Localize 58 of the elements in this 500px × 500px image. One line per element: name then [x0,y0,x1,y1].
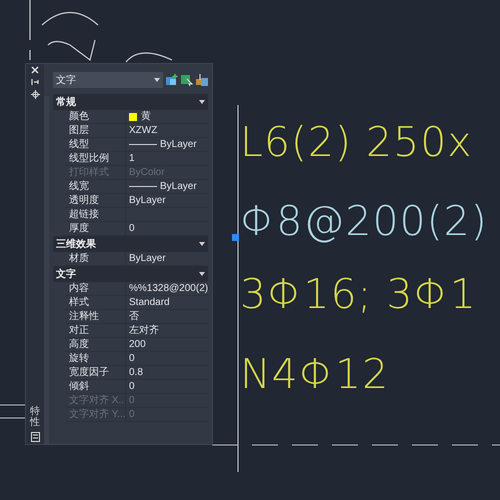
scrollbar[interactable] [44,96,49,444]
section-header[interactable]: 三维效果 [53,236,208,252]
quick-select-icon[interactable] [196,74,208,86]
property-value[interactable]: ByLayer [160,138,197,152]
property-value[interactable]: XZWZ [129,124,158,138]
palette-icon[interactable] [30,432,40,442]
caret-icon [199,242,205,246]
section-header[interactable]: 常规 [53,94,208,110]
property-label: 透明度 [68,194,100,207]
property-label: 线型比例 [68,152,110,165]
line-sample-icon [129,186,157,187]
property-value[interactable]: 0.8 [129,366,143,380]
property-label: 样式 [68,296,90,309]
property-label: 材质 [68,252,90,265]
property-label: 超链接 [68,208,100,221]
property-label: 内容 [68,282,90,295]
property-value[interactable]: ByLayer [129,194,166,208]
property-label: 打印样式 [68,166,110,179]
drawing-text: N4Φ12 [240,350,390,398]
property-label: 颜色 [68,110,90,123]
property-label: 宽度因子 [68,366,110,379]
property-value[interactable]: ByLayer [160,180,197,194]
property-label: 线型 [68,138,90,151]
property-value[interactable]: 0 [129,380,135,394]
property-value[interactable]: 黄 [141,110,151,124]
caret-icon [199,100,205,104]
property-label: 对正 [68,324,90,337]
section-header[interactable]: 文字 [53,266,208,282]
property-value[interactable]: Standard [129,296,170,310]
property-value[interactable]: 0 [129,352,135,366]
property-value[interactable]: 左对齐 [129,324,159,338]
close-icon[interactable] [31,66,39,74]
drawing-text: Φ8@200(2) [240,197,488,245]
property-label: 倾斜 [68,380,90,393]
property-value[interactable]: 否 [129,310,139,324]
settings-icon[interactable] [30,90,40,99]
pin-icon[interactable] [31,78,39,86]
caret-icon [199,272,205,276]
palette-title: 特性 [30,406,40,428]
property-value[interactable]: 0 [129,222,135,236]
caret-icon [154,78,160,82]
property-value[interactable]: %%1328@200(2) [129,282,208,296]
property-label: 注释性 [68,310,100,323]
property-value[interactable]: ByLayer [129,252,166,266]
property-label: 厚度 [68,222,90,235]
property-label: 线宽 [68,180,90,193]
select-objects-icon[interactable] [181,74,193,86]
property-label: 旋转 [68,352,90,365]
property-label: 高度 [68,338,90,351]
property-label: 图层 [68,124,90,137]
property-label: 文字对齐 Y... [68,408,125,421]
property-value[interactable]: 200 [129,338,146,352]
object-type-dropdown[interactable]: 文字 [53,72,163,88]
line-sample-icon [129,144,157,145]
property-value[interactable]: 1 [129,152,135,166]
grip-handle[interactable] [232,234,239,241]
drawing-text: L6(2) 250x [240,118,473,166]
drawing-text: 3Φ16; 3Φ1 [240,270,477,318]
